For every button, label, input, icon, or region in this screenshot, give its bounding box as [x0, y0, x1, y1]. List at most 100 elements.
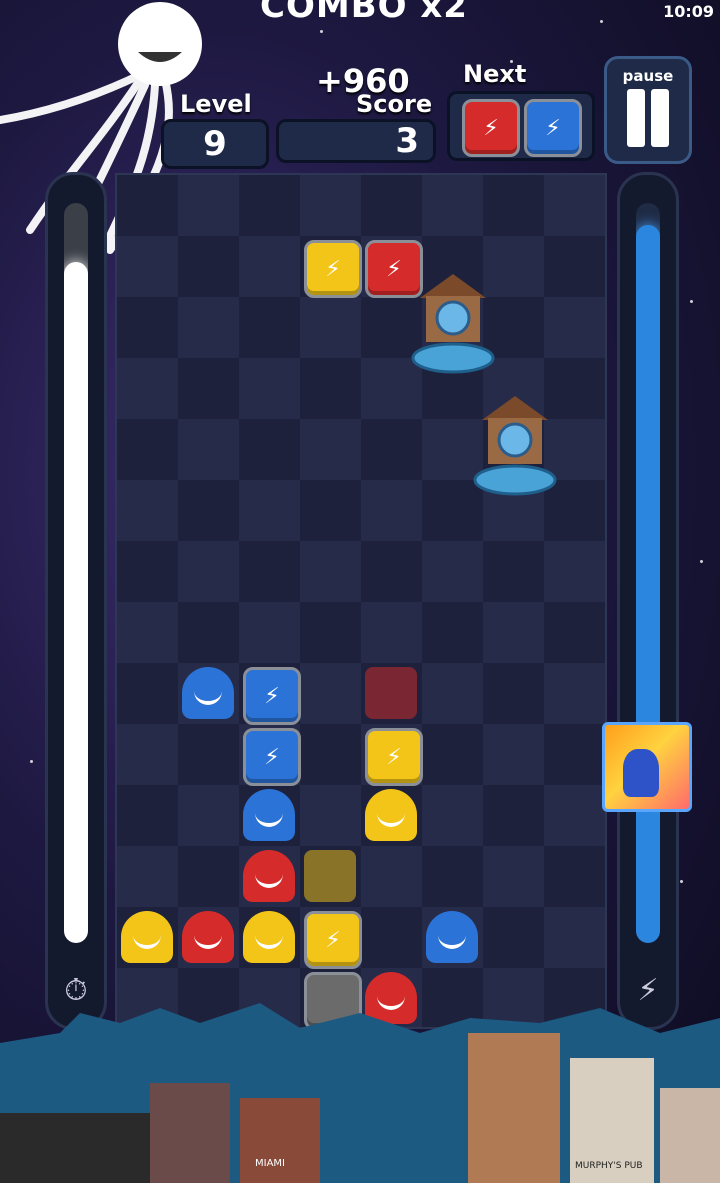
red-blob-creature[interactable] — [182, 911, 234, 963]
blue-blob-creature[interactable] — [243, 789, 295, 841]
blue-gem-block[interactable]: ⚡ — [243, 728, 301, 786]
board-cell[interactable] — [544, 785, 605, 846]
board-cell[interactable] — [178, 175, 239, 236]
board-cell[interactable] — [117, 175, 178, 236]
board-cell[interactable] — [361, 419, 422, 480]
board-cell[interactable] — [117, 419, 178, 480]
board-cell[interactable] — [361, 175, 422, 236]
board-cell[interactable] — [178, 602, 239, 663]
next-label: Next — [463, 60, 527, 88]
board-cell[interactable] — [483, 785, 544, 846]
board-cell[interactable] — [239, 480, 300, 541]
board-cell[interactable] — [117, 236, 178, 297]
game-board[interactable] — [115, 173, 607, 1029]
board-cell[interactable] — [300, 602, 361, 663]
board-cell[interactable] — [178, 358, 239, 419]
board-cell[interactable] — [483, 724, 544, 785]
board-cell[interactable] — [117, 297, 178, 358]
sign-pub: MURPHY'S PUB — [575, 1161, 643, 1171]
board-cell[interactable] — [483, 663, 544, 724]
board-cell[interactable] — [117, 663, 178, 724]
board-cell[interactable] — [422, 846, 483, 907]
board-cell[interactable] — [300, 663, 361, 724]
board-cell[interactable] — [422, 663, 483, 724]
board-cell[interactable] — [239, 236, 300, 297]
board-cell[interactable] — [239, 358, 300, 419]
board-cell[interactable] — [544, 541, 605, 602]
board-cell[interactable] — [544, 175, 605, 236]
board-cell[interactable] — [239, 541, 300, 602]
blue-gem-block[interactable]: ⚡ — [243, 667, 301, 725]
board-cell[interactable] — [422, 724, 483, 785]
board-cell[interactable] — [483, 541, 544, 602]
board-cell[interactable] — [300, 419, 361, 480]
yellow-gem-block[interactable]: ⚡ — [304, 911, 362, 969]
board-cell[interactable] — [483, 602, 544, 663]
board-cell[interactable] — [361, 907, 422, 968]
blue-blob-creature[interactable] — [426, 911, 478, 963]
board-cell[interactable] — [544, 236, 605, 297]
board-cell[interactable] — [300, 724, 361, 785]
yellow-blob-creature[interactable] — [121, 911, 173, 963]
board-cell[interactable] — [178, 236, 239, 297]
blue-blob-creature[interactable] — [182, 667, 234, 719]
pause-button[interactable]: pause — [604, 56, 692, 164]
board-cell[interactable] — [117, 480, 178, 541]
board-cell[interactable] — [117, 724, 178, 785]
board-cell[interactable] — [117, 358, 178, 419]
board-cell[interactable] — [178, 846, 239, 907]
board-cell[interactable] — [300, 541, 361, 602]
board-cell[interactable] — [300, 297, 361, 358]
board-cell[interactable] — [117, 846, 178, 907]
red-blob-creature[interactable] — [243, 850, 295, 902]
status-clock: 10:09 — [663, 2, 714, 21]
smile-icon — [194, 689, 222, 705]
powerup-card[interactable] — [602, 722, 692, 812]
board-cell[interactable] — [361, 846, 422, 907]
bolt-icon: ⚡ — [386, 744, 402, 770]
board-cell[interactable] — [178, 724, 239, 785]
board-cell[interactable] — [422, 175, 483, 236]
board-cell[interactable] — [117, 541, 178, 602]
smile-icon — [194, 933, 222, 949]
board-cell[interactable] — [300, 480, 361, 541]
board-cell[interactable] — [544, 602, 605, 663]
smile-icon — [255, 933, 283, 949]
yellow-gem-block[interactable]: ⚡ — [365, 728, 423, 786]
board-cell[interactable] — [117, 785, 178, 846]
board-cell[interactable] — [544, 907, 605, 968]
yellow-gem-block[interactable]: ⚡ — [304, 240, 362, 298]
board-cell[interactable] — [422, 785, 483, 846]
sign-miami: MIAMI — [255, 1158, 285, 1169]
board-cell[interactable] — [239, 175, 300, 236]
board-cell[interactable] — [300, 175, 361, 236]
yellow-blob-creature[interactable] — [365, 789, 417, 841]
board-cell[interactable] — [178, 419, 239, 480]
board-cell[interactable] — [117, 602, 178, 663]
red-ghost-target — [365, 667, 417, 719]
board-cell[interactable] — [239, 297, 300, 358]
board-cell[interactable] — [361, 602, 422, 663]
board-cell[interactable] — [361, 480, 422, 541]
board-cell[interactable] — [178, 297, 239, 358]
board-cell[interactable] — [239, 419, 300, 480]
board-cell[interactable] — [544, 297, 605, 358]
board-cell[interactable] — [178, 541, 239, 602]
board-cell[interactable] — [483, 846, 544, 907]
board-cell[interactable] — [239, 602, 300, 663]
board-cell[interactable] — [361, 541, 422, 602]
board-cell[interactable] — [544, 663, 605, 724]
board-cell[interactable] — [544, 846, 605, 907]
board-cell[interactable] — [178, 480, 239, 541]
board-cell[interactable] — [300, 358, 361, 419]
board-cell[interactable] — [422, 602, 483, 663]
smile-icon — [255, 811, 283, 827]
board-cell[interactable] — [178, 785, 239, 846]
yellow-blob-creature[interactable] — [243, 911, 295, 963]
smile-icon — [438, 933, 466, 949]
board-cell[interactable] — [300, 785, 361, 846]
board-cell[interactable] — [483, 907, 544, 968]
board-cell[interactable] — [422, 541, 483, 602]
board-cell[interactable] — [544, 724, 605, 785]
board-cell[interactable] — [483, 175, 544, 236]
